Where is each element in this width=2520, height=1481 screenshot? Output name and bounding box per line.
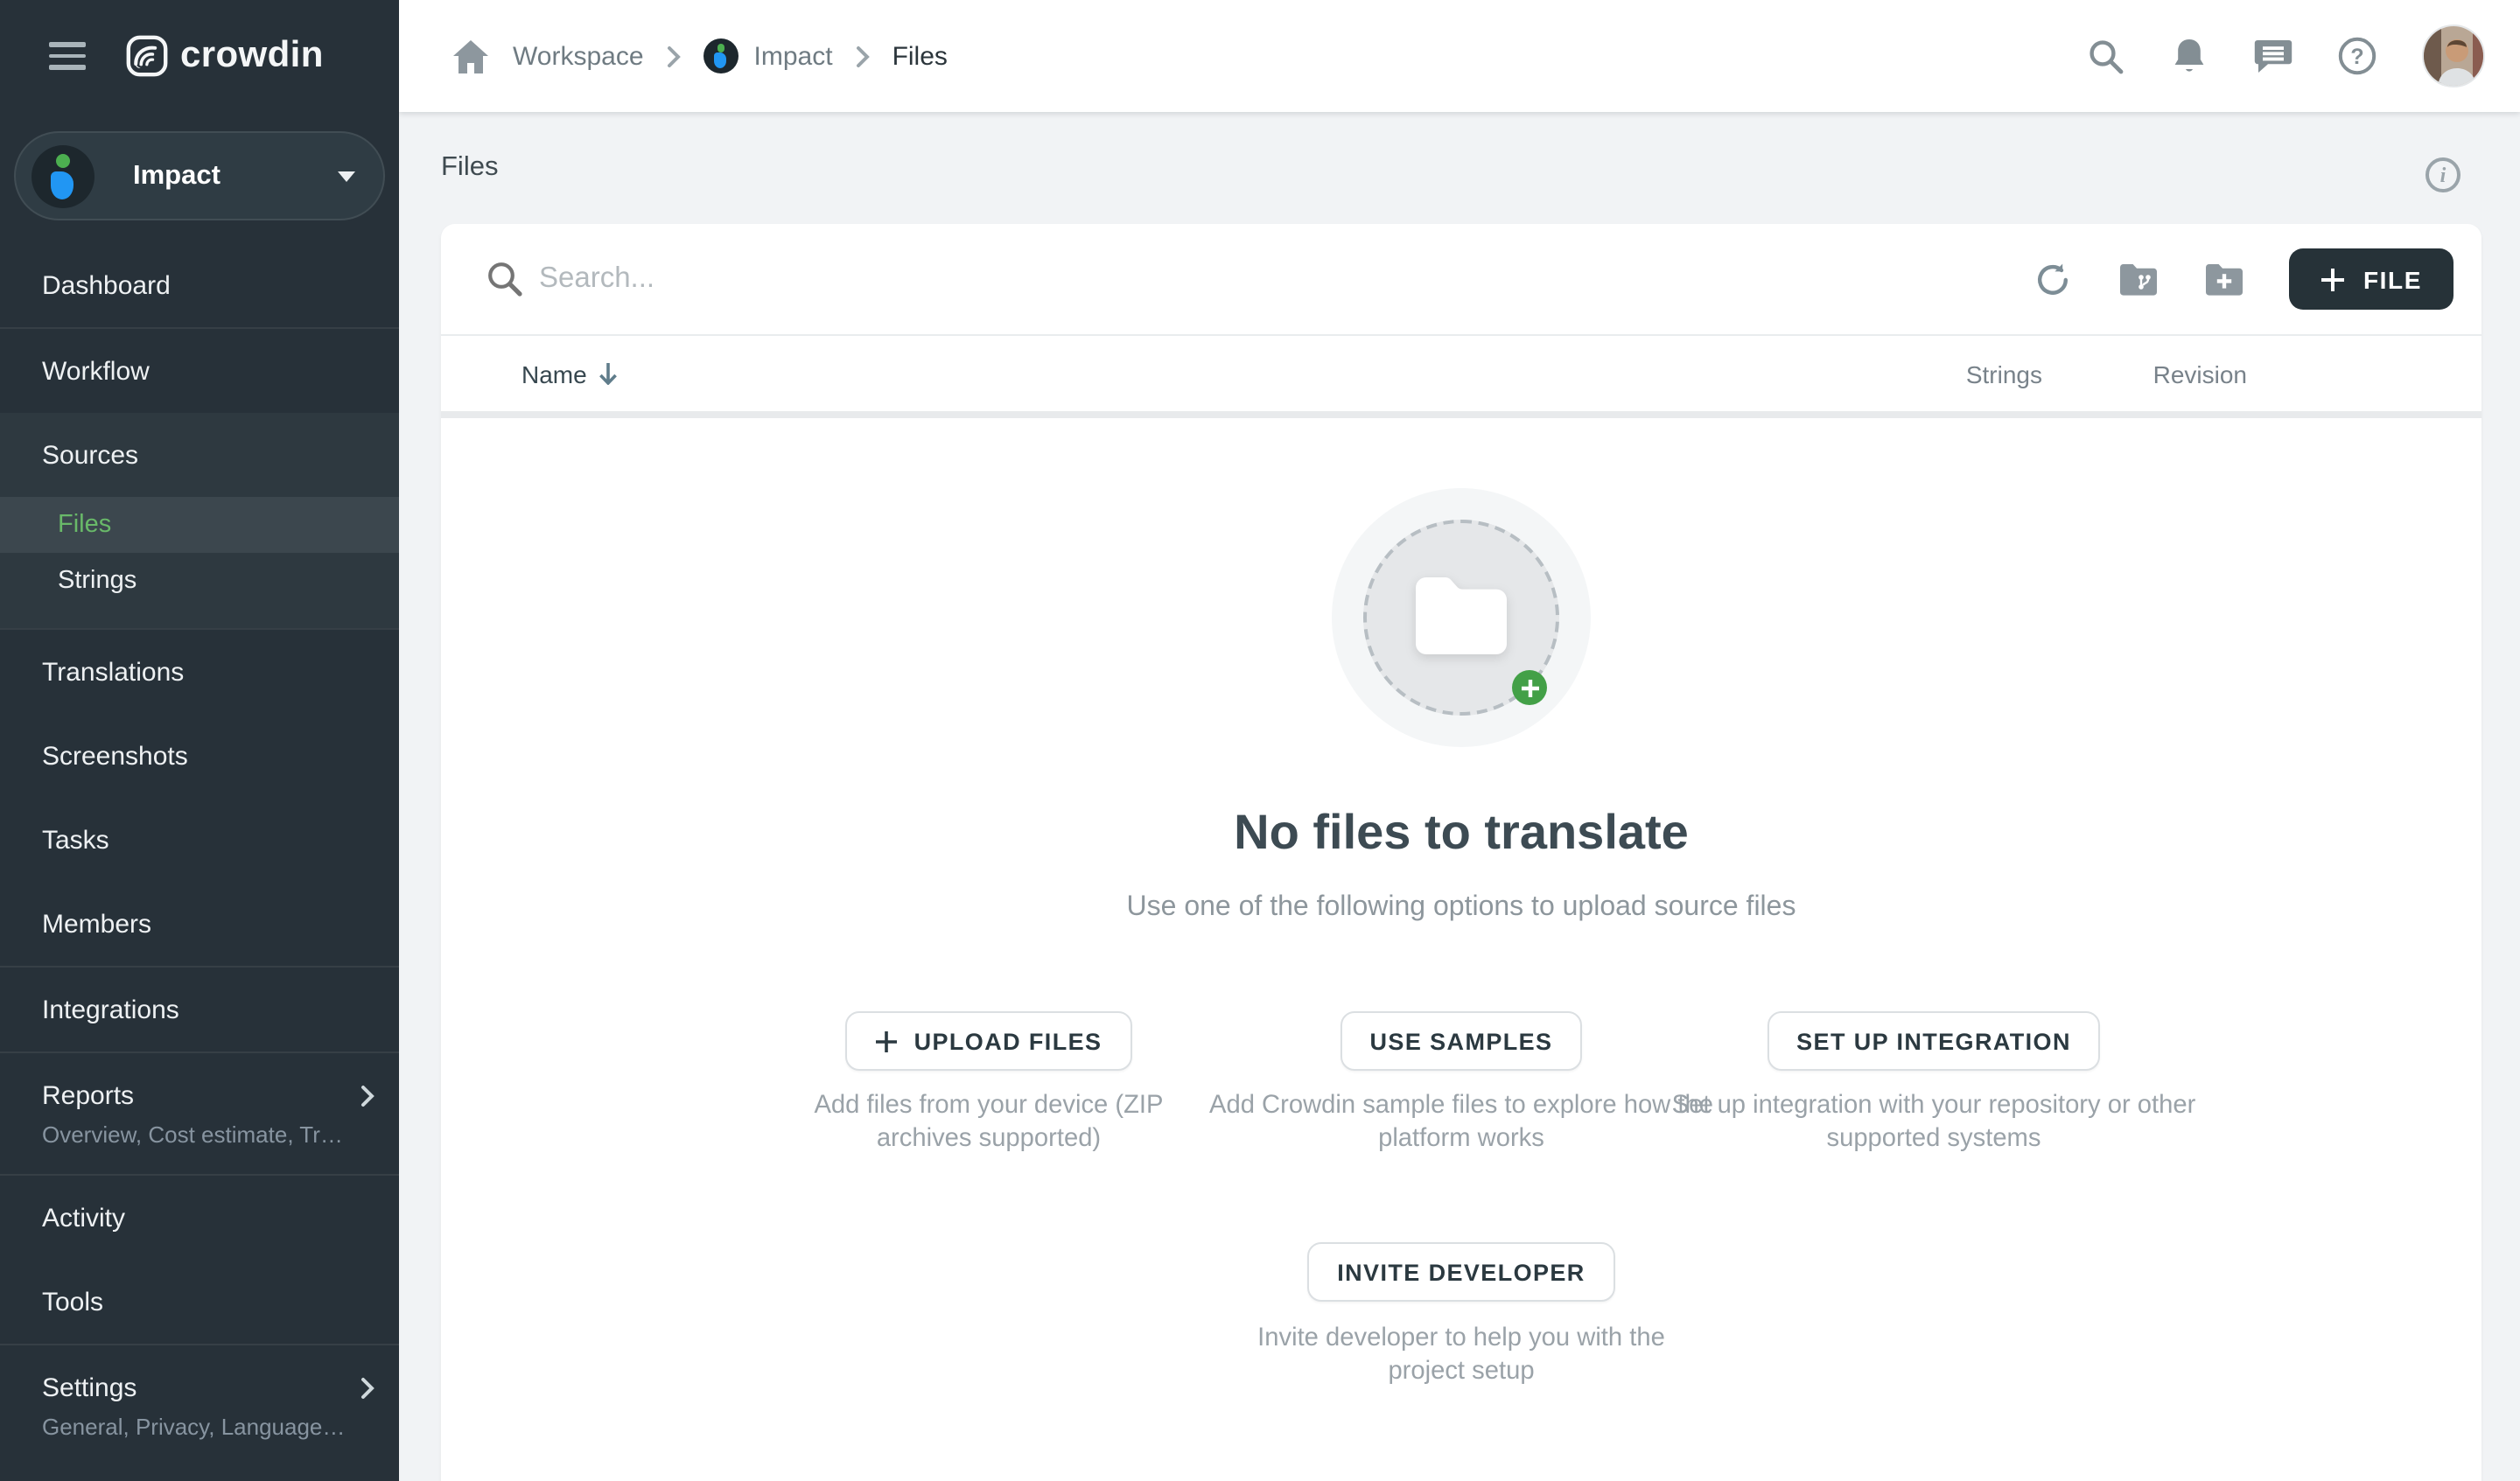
search-icon bbox=[486, 261, 523, 297]
table-header: Name Strings Revision bbox=[441, 336, 2482, 411]
invite-developer-option: INVITE DEVELOPER Invite developer to hel… bbox=[441, 1242, 2482, 1389]
project-logo-small bbox=[704, 38, 738, 73]
use-samples-button[interactable]: USE SAMPLES bbox=[1340, 1011, 1583, 1071]
invite-developer-button[interactable]: INVITE DEVELOPER bbox=[1307, 1242, 1614, 1302]
breadcrumb: Workspace Impact Files bbox=[452, 37, 948, 75]
sidebar-item-integrations[interactable]: Integrations bbox=[0, 968, 399, 1051]
page-title: Files bbox=[441, 152, 498, 184]
setup-integration-option: SET UP INTEGRATION Set up integration wi… bbox=[1698, 1011, 2170, 1156]
sidebar-item-activity[interactable]: Activity bbox=[0, 1176, 399, 1260]
search-icon[interactable] bbox=[2086, 37, 2124, 75]
chevron-right-icon bbox=[667, 45, 681, 67]
breadcrumb-project[interactable]: Impact bbox=[704, 38, 833, 73]
folder-icon bbox=[1416, 577, 1507, 654]
main-content: Files i bbox=[399, 112, 2520, 1481]
topbar-actions: ? bbox=[2086, 24, 2520, 87]
sidebar-item-strings[interactable]: Strings bbox=[0, 553, 399, 609]
column-header-name[interactable]: Name bbox=[522, 360, 619, 388]
home-icon[interactable] bbox=[452, 37, 490, 75]
topbar: Workspace Impact Files bbox=[399, 0, 2520, 112]
upload-options: UPLOAD FILES Add files from your device … bbox=[441, 1011, 2482, 1156]
toolbar-buttons: FILE bbox=[2033, 248, 2482, 310]
project-name: Impact bbox=[133, 160, 338, 192]
sidebar-logo-row: crowdin bbox=[0, 0, 399, 112]
sidebar-nav: Dashboard Workflow Sources Files Strings… bbox=[0, 245, 399, 1466]
crowdin-logo-icon bbox=[126, 35, 168, 77]
chevron-down-icon bbox=[338, 171, 355, 181]
sidebar-item-settings-sublabel: General, Privacy, Languages, Q… bbox=[0, 1412, 399, 1443]
add-files-plus-icon[interactable] bbox=[1512, 670, 1547, 705]
use-samples-description: Add Crowdin sample files to explore how … bbox=[1199, 1090, 1724, 1156]
sidebar-item-members[interactable]: Members bbox=[0, 882, 399, 966]
setup-integration-button[interactable]: SET UP INTEGRATION bbox=[1767, 1011, 2101, 1071]
sidebar: crowdin Impact Dashboard Workflow Source… bbox=[0, 0, 399, 1481]
search-input[interactable] bbox=[539, 224, 1519, 334]
plus-icon bbox=[2321, 267, 2346, 291]
invite-developer-description: Invite developer to help you with the pr… bbox=[1242, 1323, 1680, 1389]
sidebar-group-sources: Sources Files Strings bbox=[0, 413, 399, 628]
files-toolbar: FILE bbox=[441, 224, 2482, 336]
sidebar-item-screenshots[interactable]: Screenshots bbox=[0, 714, 399, 798]
sidebar-item-settings[interactable]: Settings General, Privacy, Languages, Q… bbox=[0, 1345, 399, 1466]
breadcrumb-workspace[interactable]: Workspace bbox=[513, 41, 644, 71]
page-head: Files i bbox=[399, 112, 2520, 224]
sidebar-item-reports-sublabel: Overview, Cost estimate, Transl… bbox=[0, 1120, 399, 1151]
user-avatar[interactable] bbox=[2422, 24, 2485, 87]
upload-files-option: UPLOAD FILES Add files from your device … bbox=[752, 1011, 1225, 1156]
column-header-strings[interactable]: Strings bbox=[1966, 360, 2042, 388]
hamburger-menu-icon[interactable] bbox=[49, 42, 86, 70]
sidebar-item-reports[interactable]: Reports Overview, Cost estimate, Transl… bbox=[0, 1053, 399, 1174]
breadcrumb-current-page: Files bbox=[892, 41, 948, 71]
setup-integration-description: Set up integration with your repository … bbox=[1671, 1090, 2196, 1156]
sidebar-item-files[interactable]: Files bbox=[0, 497, 399, 553]
project-logo bbox=[32, 144, 94, 207]
sidebar-item-tasks[interactable]: Tasks bbox=[0, 798, 399, 882]
crowdin-wordmark: crowdin bbox=[180, 35, 324, 77]
messages-icon[interactable] bbox=[2254, 37, 2292, 75]
column-header-revision[interactable]: Revision bbox=[2153, 360, 2247, 388]
sidebar-item-tools[interactable]: Tools bbox=[0, 1260, 399, 1344]
sidebar-item-sources[interactable]: Sources bbox=[0, 413, 399, 497]
folder-branch-icon[interactable] bbox=[2118, 258, 2160, 300]
empty-state: No files to translate Use one of the fol… bbox=[441, 418, 2482, 1389]
svg-text:?: ? bbox=[2350, 45, 2363, 69]
sidebar-item-dashboard[interactable]: Dashboard bbox=[0, 245, 399, 327]
sidebar-item-workflow[interactable]: Workflow bbox=[0, 329, 399, 413]
empty-state-title: No files to translate bbox=[441, 807, 2482, 859]
divider bbox=[441, 411, 2482, 418]
help-icon[interactable]: ? bbox=[2338, 37, 2376, 75]
sidebar-item-translations[interactable]: Translations bbox=[0, 630, 399, 714]
info-icon[interactable]: i bbox=[2426, 157, 2460, 192]
chevron-right-icon bbox=[360, 1085, 374, 1107]
chevron-right-icon bbox=[360, 1377, 374, 1400]
sort-descending-icon bbox=[599, 362, 619, 385]
upload-files-button[interactable]: UPLOAD FILES bbox=[846, 1011, 1132, 1071]
upload-files-description: Add files from your device (ZIP archives… bbox=[803, 1090, 1174, 1156]
empty-state-illustration bbox=[1332, 488, 1591, 747]
project-switcher[interactable]: Impact bbox=[14, 131, 385, 220]
files-card: FILE Name Strings Revision bbox=[441, 224, 2482, 1481]
chevron-right-icon bbox=[856, 45, 870, 67]
empty-state-subtitle: Use one of the following options to uplo… bbox=[441, 889, 2482, 926]
use-samples-option: USE SAMPLES Add Crowdin sample files to … bbox=[1225, 1011, 1698, 1156]
crowdin-logo[interactable]: crowdin bbox=[126, 35, 324, 77]
plus-icon bbox=[876, 1030, 899, 1052]
crowdin-app: crowdin Impact Dashboard Workflow Source… bbox=[0, 0, 2520, 1481]
add-file-button[interactable]: FILE bbox=[2290, 248, 2454, 310]
notifications-bell-icon[interactable] bbox=[2170, 37, 2208, 75]
refresh-icon[interactable] bbox=[2033, 258, 2075, 300]
folder-add-icon[interactable] bbox=[2204, 258, 2246, 300]
